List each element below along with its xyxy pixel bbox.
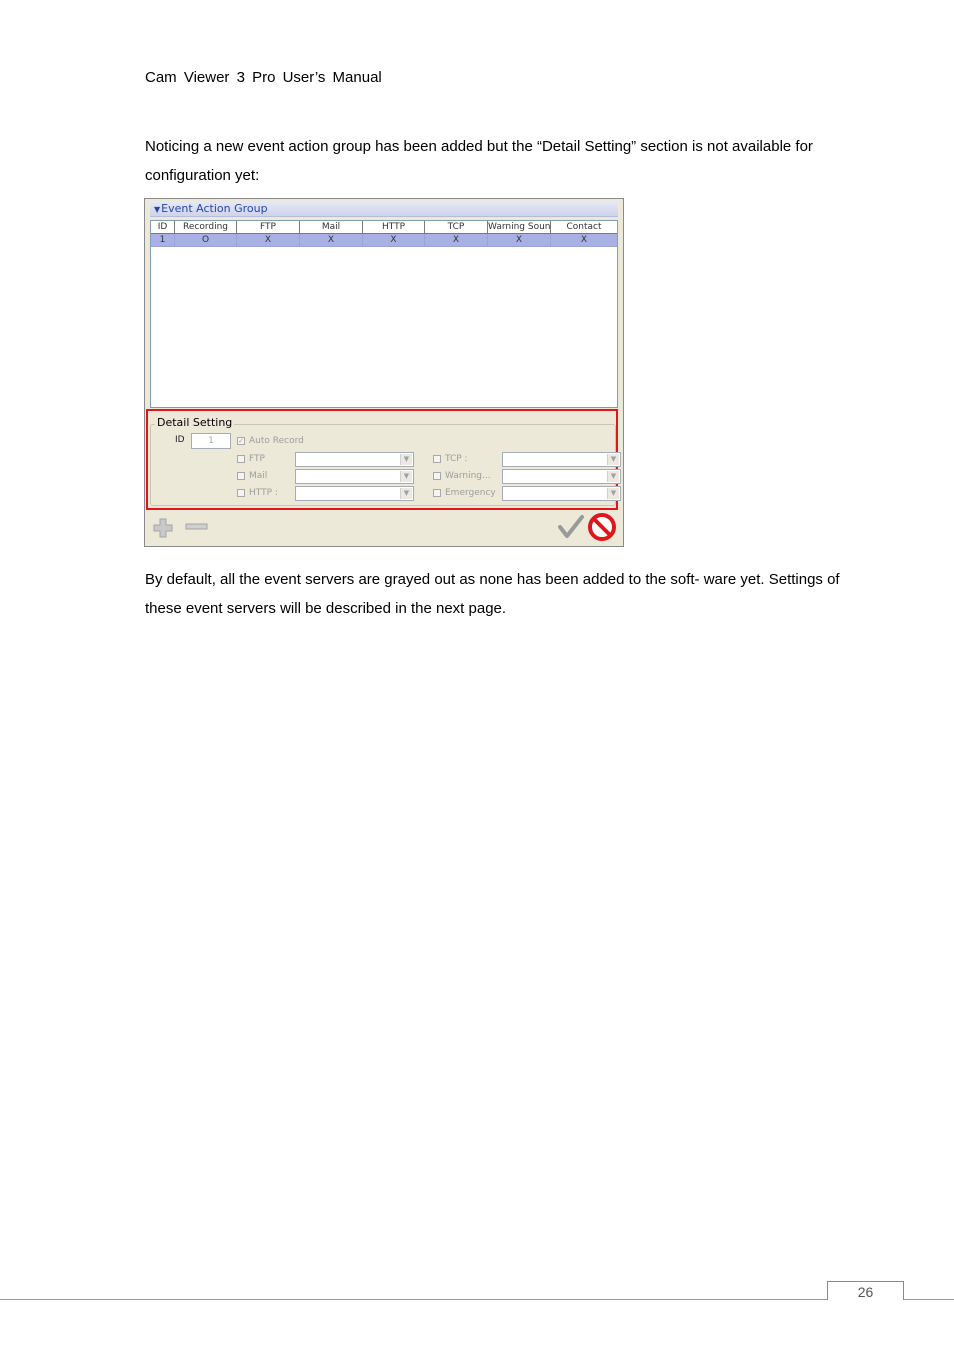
id-label: ID bbox=[175, 435, 185, 445]
warning-label: Warning... bbox=[445, 471, 491, 481]
ftp-checkbox[interactable] bbox=[237, 455, 245, 463]
panel-title-bar: ▼Event Action Group bbox=[150, 201, 618, 217]
ftp-select[interactable]: ▼ bbox=[295, 452, 414, 467]
chevron-down-icon: ▼ bbox=[400, 471, 412, 482]
emergency-checkbox[interactable] bbox=[433, 489, 441, 497]
chevron-down-icon: ▼ bbox=[400, 454, 412, 465]
table-cell: 1 bbox=[151, 234, 175, 247]
emergency-label: Emergency bbox=[445, 488, 496, 498]
column-header[interactable]: FTP bbox=[237, 221, 300, 234]
table-cell: X bbox=[237, 234, 300, 247]
emergency-select[interactable]: ▼ bbox=[502, 486, 621, 501]
mail-select[interactable]: ▼ bbox=[295, 469, 414, 484]
auto-record-label: Auto Record bbox=[249, 436, 304, 446]
id-input[interactable]: 1 bbox=[191, 433, 231, 449]
table-row[interactable]: 1 O X X X X X X bbox=[151, 234, 617, 247]
footer-rule bbox=[0, 1299, 954, 1300]
table-cell: X bbox=[488, 234, 551, 247]
chevron-down-icon: ▼ bbox=[607, 471, 619, 482]
document-header-title: Cam Viewer 3 Pro User’s Manual bbox=[145, 69, 382, 86]
table-cell: X bbox=[551, 234, 617, 247]
confirm-check-icon[interactable] bbox=[558, 514, 584, 540]
remove-icon[interactable] bbox=[185, 522, 209, 532]
http-checkbox[interactable] bbox=[237, 489, 245, 497]
tcp-label: TCP : bbox=[445, 454, 468, 464]
table-cell: O bbox=[175, 234, 237, 247]
column-header[interactable]: Mail bbox=[300, 221, 363, 234]
column-header[interactable]: Contact bbox=[551, 221, 617, 234]
ftp-label: FTP bbox=[249, 454, 265, 464]
tcp-checkbox[interactable] bbox=[433, 455, 441, 463]
column-header[interactable]: TCP bbox=[425, 221, 488, 234]
table-cell: X bbox=[300, 234, 363, 247]
chevron-down-icon: ▼ bbox=[607, 454, 619, 465]
collapse-chevron-icon[interactable]: ▼ bbox=[154, 205, 160, 214]
chevron-down-icon: ▼ bbox=[400, 488, 412, 499]
event-action-group-screenshot: ▼Event Action Group ID Recording FTP Mai… bbox=[144, 198, 624, 547]
column-header[interactable]: ID bbox=[151, 221, 175, 234]
column-header[interactable]: HTTP bbox=[363, 221, 425, 234]
chevron-down-icon: ▼ bbox=[607, 488, 619, 499]
page-number: 26 bbox=[827, 1281, 904, 1300]
table-header-row: ID Recording FTP Mail HTTP TCP Warning S… bbox=[151, 221, 617, 234]
column-header[interactable]: Recording bbox=[175, 221, 237, 234]
auto-record-checkbox[interactable]: ✓ bbox=[237, 437, 245, 445]
warning-select[interactable]: ▼ bbox=[502, 469, 621, 484]
mail-label: Mail bbox=[249, 471, 268, 481]
http-select[interactable]: ▼ bbox=[295, 486, 414, 501]
panel-title: Event Action Group bbox=[161, 202, 268, 215]
event-group-table[interactable]: ID Recording FTP Mail HTTP TCP Warning S… bbox=[150, 220, 618, 408]
warning-checkbox[interactable] bbox=[433, 472, 441, 480]
column-header[interactable]: Warning Soun bbox=[488, 221, 551, 234]
mail-checkbox[interactable] bbox=[237, 472, 245, 480]
intro-paragraph: Noticing a new event action group has be… bbox=[145, 138, 813, 184]
http-label: HTTP : bbox=[249, 488, 278, 498]
outro-paragraph: By default, all the event servers are gr… bbox=[145, 571, 840, 617]
cancel-icon[interactable] bbox=[588, 513, 616, 541]
add-icon[interactable] bbox=[152, 517, 174, 539]
table-cell: X bbox=[363, 234, 425, 247]
table-cell: X bbox=[425, 234, 488, 247]
tcp-select[interactable]: ▼ bbox=[502, 452, 621, 467]
